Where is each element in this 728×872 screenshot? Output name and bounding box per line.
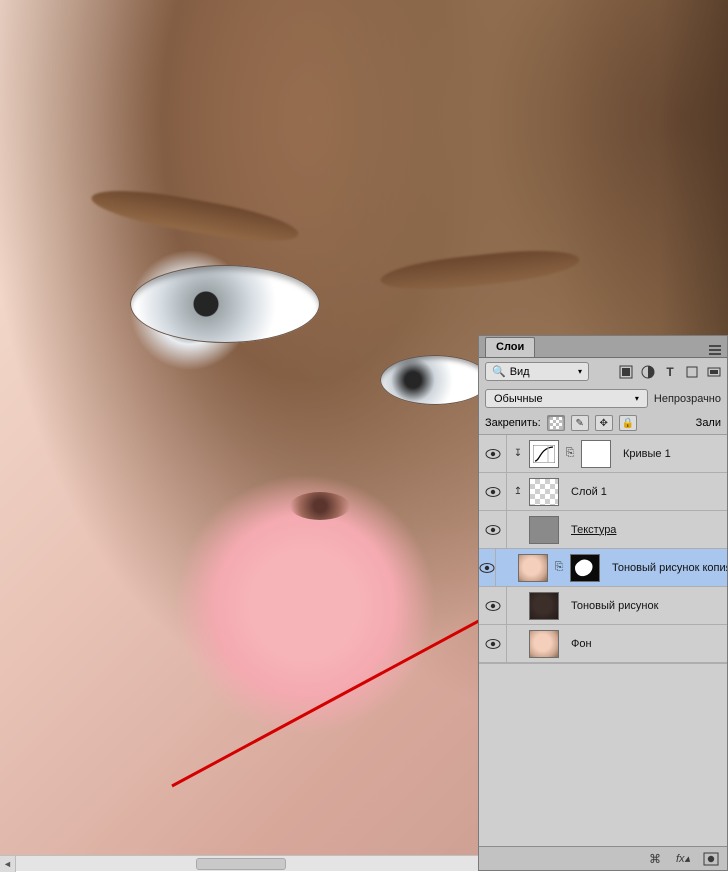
blend-opacity-row: Обычные ▾ Непрозрачно: [479, 385, 727, 412]
link-icon[interactable]: ⎘: [554, 561, 564, 574]
filter-shape-icon[interactable]: [685, 365, 699, 379]
filter-adjustment-icon[interactable]: [641, 365, 655, 379]
scrollbar-thumb[interactable]: [196, 858, 286, 870]
layer-name[interactable]: Кривые 1: [623, 448, 671, 460]
canvas-image-detail: [290, 492, 350, 520]
layer-thumbnail[interactable]: [529, 592, 559, 620]
canvas-image-detail: [380, 355, 490, 405]
layer-row[interactable]: Тоновый рисунок: [479, 587, 727, 625]
layer-row[interactable]: Фон: [479, 625, 727, 663]
add-mask-button[interactable]: [703, 851, 719, 867]
layer-name[interactable]: Фон: [571, 638, 592, 650]
layer-name[interactable]: Текстура: [571, 524, 616, 536]
layers-list: ↧ ⎘ Кривые 1 ↥ Слой 1 Текстура: [479, 435, 727, 846]
layer-name[interactable]: Тоновый рисунок: [571, 600, 658, 612]
filter-smart-icon[interactable]: [707, 365, 721, 379]
fill-label: Зали: [696, 417, 721, 429]
visibility-toggle[interactable]: [479, 511, 507, 548]
layer-row[interactable]: Текстура: [479, 511, 727, 549]
panel-menu-button[interactable]: [707, 343, 723, 357]
layer-mask-thumbnail[interactable]: [570, 554, 600, 582]
blend-mode-value: Обычные: [494, 393, 543, 405]
clip-indicator-icon: ↧: [513, 448, 523, 459]
layer-thumbnail[interactable]: [529, 630, 559, 658]
visibility-toggle[interactable]: [479, 435, 507, 472]
tab-layers[interactable]: Слои: [485, 337, 535, 357]
layer-mask-thumbnail[interactable]: [581, 440, 611, 468]
clip-indicator-icon: ↥: [513, 486, 523, 497]
horizontal-scrollbar[interactable]: ◄: [0, 855, 478, 871]
canvas-image-detail: [130, 265, 320, 343]
filter-kind-label: Вид: [510, 366, 530, 378]
search-icon: 🔍: [492, 365, 506, 378]
filter-type-icon[interactable]: T: [663, 365, 677, 379]
layer-filter-row: 🔍 Вид ▾ T: [479, 358, 727, 385]
lock-all-button[interactable]: 🔒: [619, 415, 637, 431]
layers-empty-area: [479, 663, 727, 846]
layer-name[interactable]: Слой 1: [571, 486, 607, 498]
layer-thumbnail[interactable]: [529, 516, 559, 544]
layer-row[interactable]: ↥ Слой 1: [479, 473, 727, 511]
chevron-down-icon: ▾: [635, 394, 639, 403]
layer-row[interactable]: ⎘ Тоновый рисунок копия: [479, 549, 727, 587]
adjustment-thumbnail[interactable]: [529, 440, 559, 468]
link-layers-button[interactable]: ⌘: [647, 851, 663, 867]
opacity-label: Непрозрачно: [654, 393, 721, 405]
visibility-toggle[interactable]: [479, 473, 507, 510]
panel-tabs: Слои: [479, 336, 727, 358]
visibility-toggle[interactable]: [479, 549, 496, 586]
layers-panel: Слои 🔍 Вид ▾ T Обычные ▾ Непрозрачно Зак…: [478, 335, 728, 871]
filter-kind-select[interactable]: 🔍 Вид ▾: [485, 362, 589, 381]
lock-pixels-button[interactable]: ✎: [571, 415, 589, 431]
lock-label: Закрепить:: [485, 417, 541, 429]
lock-row: Закрепить: ✎ ✥ 🔒 Зали: [479, 412, 727, 435]
visibility-toggle[interactable]: [479, 625, 507, 662]
scrollbar-track[interactable]: [16, 856, 478, 871]
fx-button[interactable]: fx▴: [675, 851, 691, 867]
link-icon: ⎘: [565, 447, 575, 460]
scroll-left-button[interactable]: ◄: [0, 856, 16, 872]
layer-row[interactable]: ↧ ⎘ Кривые 1: [479, 435, 727, 473]
layer-thumbnail[interactable]: [529, 478, 559, 506]
layer-name[interactable]: Тоновый рисунок копия: [612, 562, 727, 574]
lock-transparency-button[interactable]: [547, 415, 565, 431]
layer-thumbnail[interactable]: [518, 554, 548, 582]
filter-pixel-icon[interactable]: [619, 365, 633, 379]
layers-bottom-bar: ⌘ fx▴: [479, 846, 727, 870]
chevron-down-icon: ▾: [578, 367, 582, 376]
blend-mode-select[interactable]: Обычные ▾: [485, 389, 648, 408]
lock-position-button[interactable]: ✥: [595, 415, 613, 431]
visibility-toggle[interactable]: [479, 587, 507, 624]
